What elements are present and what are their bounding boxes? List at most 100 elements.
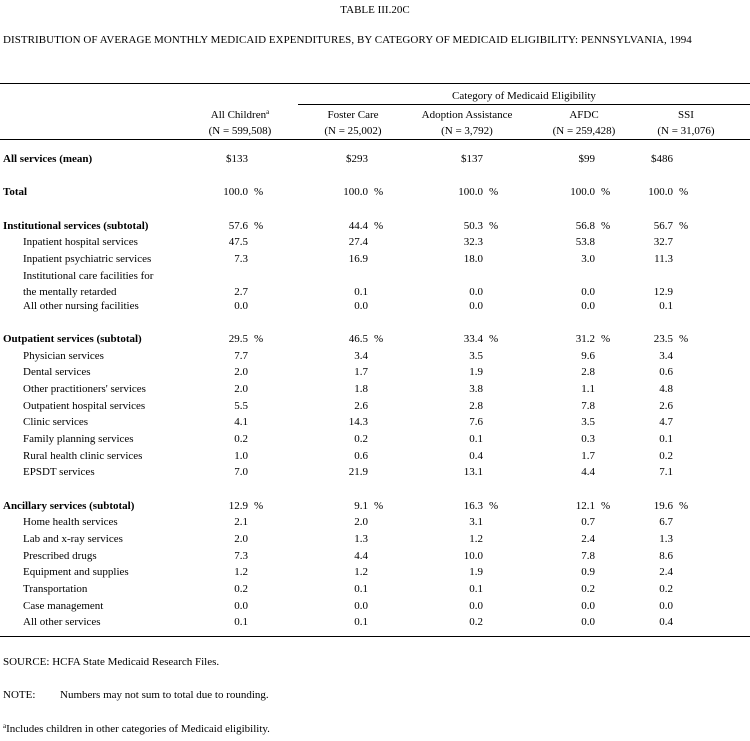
row-label: Home health services — [23, 516, 118, 528]
row-label-continued: the mentally retarded — [23, 286, 117, 298]
table-cell: 0.0 — [469, 286, 483, 298]
column-header-text: Foster Care — [327, 109, 379, 121]
table-cell: 44.4 — [348, 220, 368, 232]
table-cell: 1.1 — [581, 383, 595, 395]
table-cell: 14.3 — [348, 416, 368, 428]
table-cell: $486 — [651, 153, 673, 165]
table-cell: 0.4 — [659, 616, 673, 628]
table-cell: 1.3 — [354, 533, 368, 545]
percent-sign: % — [374, 333, 384, 345]
row-label: Institutional care facilities for — [23, 270, 154, 282]
row-header: Total — [3, 186, 28, 198]
table-cell: 3.5 — [581, 416, 595, 428]
table-cell: 21.9 — [348, 466, 368, 478]
table-cell: 7.1 — [659, 466, 673, 478]
table-cell: 46.5 — [348, 333, 368, 345]
table-cell: 2.0 — [234, 533, 248, 545]
row-label: EPSDT services — [23, 466, 95, 478]
percent-sign: % — [374, 220, 384, 232]
bottom-rule — [0, 636, 750, 637]
table-cell: 0.1 — [354, 286, 368, 298]
table-cell: 3.4 — [659, 350, 673, 362]
row-label: Inpatient hospital services — [23, 236, 138, 248]
row-label: Transportation — [23, 583, 88, 595]
table-cell: 1.9 — [469, 566, 483, 578]
percent-sign: % — [679, 500, 689, 512]
table-cell: 16.9 — [348, 253, 368, 265]
table-cell: 56.8 — [575, 220, 595, 232]
footnote-text: Includes children in other categories of… — [6, 723, 270, 735]
column-header-label: SSI — [611, 109, 750, 121]
percent-sign: % — [254, 333, 264, 345]
table-cell: 50.3 — [463, 220, 483, 232]
column-header-text: All Children — [210, 109, 267, 121]
row-label: All other services — [23, 616, 101, 628]
row-label: Clinic services — [23, 416, 89, 428]
table-cell: 4.8 — [659, 383, 673, 395]
table-cell: 3.5 — [469, 350, 483, 362]
table-cell: 3.1 — [469, 516, 483, 528]
percent-sign: % — [679, 220, 689, 232]
row-label: Dental services — [23, 366, 91, 378]
table-cell: 0.2 — [234, 433, 248, 445]
table-cell: 2.7 — [234, 286, 248, 298]
table-cell: 7.0 — [234, 466, 248, 478]
table-cell: 5.5 — [234, 400, 248, 412]
row-header: Outpatient services (subtotal) — [3, 333, 142, 345]
table-cell: 0.2 — [581, 583, 595, 595]
table-cell: 0.1 — [354, 583, 368, 595]
table-cell: 4.7 — [659, 416, 673, 428]
source-note: SOURCE: HCFA State Medicaid Research Fil… — [3, 656, 220, 668]
table-cell: 2.8 — [469, 400, 483, 412]
table-cell: 0.0 — [469, 600, 483, 612]
table-cell: 6.7 — [659, 516, 673, 528]
table-cell: 1.3 — [659, 533, 673, 545]
table-cell: $99 — [578, 153, 596, 165]
table-cell: 10.0 — [463, 550, 483, 562]
table-cell: 0.4 — [469, 450, 483, 462]
table-cell: 2.6 — [354, 400, 368, 412]
row-label: Equipment and supplies — [23, 566, 129, 578]
percent-sign: % — [254, 500, 264, 512]
table-cell: 11.3 — [654, 253, 673, 265]
table-subtitle: DISTRIBUTION OF AVERAGE MONTHLY MEDICAID… — [3, 34, 692, 46]
table-cell: 32.7 — [653, 236, 673, 248]
column-header-text: SSI — [678, 109, 694, 121]
table-cell: 0.0 — [581, 286, 595, 298]
top-rule — [0, 83, 750, 84]
note-text: Numbers may not sum to total due to roun… — [60, 689, 269, 701]
table-cell: 0.0 — [234, 300, 248, 312]
table-cell: 0.1 — [354, 616, 368, 628]
table-cell: 1.7 — [354, 366, 368, 378]
percent-sign: % — [254, 220, 264, 232]
percent-sign: % — [489, 333, 499, 345]
table-cell: 100.0 — [570, 186, 595, 198]
table-cell: 7.3 — [234, 253, 248, 265]
table-cell: 32.3 — [463, 236, 483, 248]
table-cell: 31.2 — [575, 333, 595, 345]
table-cell: 0.0 — [354, 300, 368, 312]
row-label: Other practitioners' services — [23, 383, 146, 395]
table-cell: 100.0 — [648, 186, 673, 198]
row-label: Family planning services — [23, 433, 134, 445]
column-header-n: (N = 31,076) — [657, 125, 715, 137]
table-cell: 0.1 — [659, 300, 673, 312]
table-cell: 100.0 — [458, 186, 483, 198]
table-cell: 2.8 — [581, 366, 595, 378]
table-cell: 0.2 — [659, 583, 673, 595]
table-cell: 33.4 — [463, 333, 483, 345]
percent-sign: % — [489, 220, 499, 232]
table-cell: 1.2 — [469, 533, 483, 545]
row-header: Ancillary services (subtotal) — [3, 500, 135, 512]
table-cell: 9.1 — [354, 500, 368, 512]
table-title: TABLE III.20C — [340, 4, 410, 16]
table-cell: $137 — [461, 153, 483, 165]
table-cell: 4.4 — [581, 466, 595, 478]
table-cell: 19.6 — [653, 500, 673, 512]
table-cell: 3.0 — [581, 253, 595, 265]
table-cell: 2.0 — [234, 366, 248, 378]
column-header-text: AFDC — [569, 109, 599, 121]
table-cell: 1.9 — [469, 366, 483, 378]
table-cell: $293 — [346, 153, 368, 165]
table-cell: 0.6 — [354, 450, 368, 462]
